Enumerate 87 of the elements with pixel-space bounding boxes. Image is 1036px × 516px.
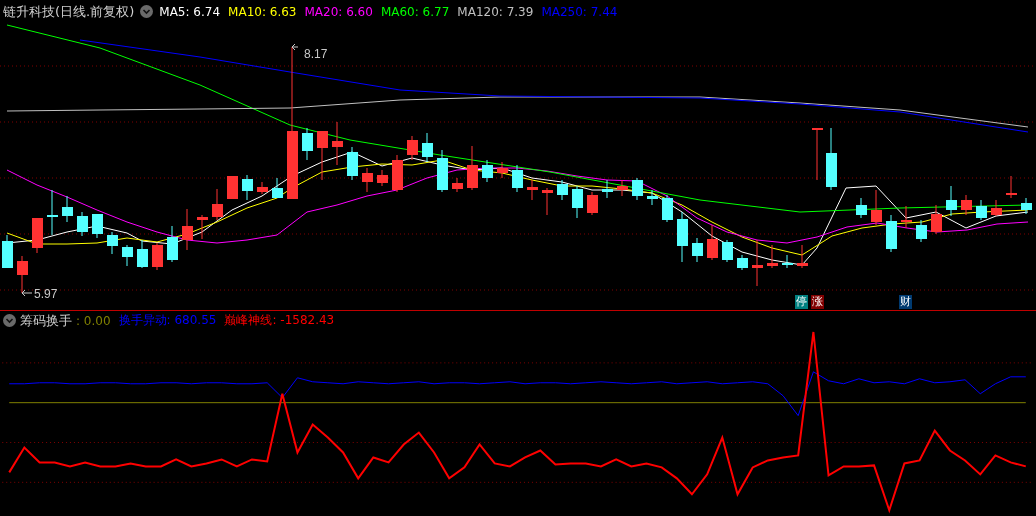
falling-candle [647,189,658,206]
falling-candle [602,179,613,199]
rising-candle [617,179,628,197]
falling-candle [782,254,793,269]
falling-candle [107,231,118,255]
event-marker[interactable]: 涨 [811,294,824,309]
rising-candle [497,161,508,179]
falling-candle [77,211,88,237]
rising-candle [212,188,223,221]
falling-candle [886,214,897,253]
falling-candle [122,244,133,267]
falling-candle [737,254,748,271]
indicator-value: 换手异动: 680.55 [118,312,217,330]
low-price-label: 5.97 [34,286,58,301]
low-arrow-icon [21,289,33,297]
falling-candle [62,195,73,223]
rising-candle [542,187,553,216]
rising-candle [767,244,778,269]
indicator-title: 筹码换手 [20,311,72,330]
falling-candle [482,159,493,183]
falling-candle [856,197,867,219]
falling-candle [662,194,673,223]
falling-candle [946,185,957,217]
falling-candle [137,239,148,269]
falling-candle [272,177,283,199]
ma-value: MA5: 6.74 [159,4,221,19]
rising-candle [1006,175,1017,199]
dropdown-toggle-icon[interactable] [3,314,16,328]
falling-candle [1021,197,1032,215]
falling-candle [677,211,688,263]
ma-value: MA60: 6.77 [380,4,450,19]
rising-candle [257,181,268,195]
rising-candle [752,239,763,287]
rising-candle [392,154,403,193]
event-marker[interactable]: 停 [795,294,808,309]
rising-candle [467,145,478,191]
dropdown-toggle-icon[interactable] [140,5,154,19]
rising-candle [197,214,208,240]
ma-value: MA120: 7.39 [457,4,534,19]
falling-candle [572,185,583,219]
indicator-value: : 0.00 [76,313,111,328]
falling-candle [92,213,103,239]
falling-candle [437,149,448,193]
falling-candle [242,174,253,201]
falling-candle [632,177,643,201]
ma-value: MA20: 6.60 [304,4,373,19]
ma-value: MA10: 6.63 [228,4,297,19]
indicator-value: 巅峰神线: -1582.43 [224,312,335,330]
rising-candle [407,135,418,161]
falling-candle [976,199,987,221]
rising-candle [961,194,972,216]
falling-candle [916,219,927,243]
rising-candle [362,167,373,193]
falling-candle [557,179,568,201]
falling-candle [422,132,433,163]
ma-value: MA250: 7.44 [541,4,618,19]
falling-candle [167,225,178,263]
rising-candle [797,244,808,269]
rising-candle [452,177,463,193]
rising-candle [587,191,598,216]
falling-candle [692,237,703,263]
rising-candle [227,175,238,200]
rising-candle [812,127,823,181]
falling-candle [2,234,13,269]
falling-candle [347,146,358,181]
rising-candle [527,179,538,201]
falling-candle [722,239,733,263]
falling-candle [47,189,58,236]
rising-candle [17,255,28,294]
rising-candle [377,169,388,187]
rising-candle [901,205,912,229]
rising-candle [317,130,328,181]
falling-candle [512,164,523,193]
rising-candle [991,199,1002,217]
rising-candle [182,208,193,251]
rising-candle [707,224,718,261]
rising-candle [152,242,163,271]
rising-candle [32,217,43,254]
rising-candle [332,121,343,166]
event-marker[interactable]: 财 [899,294,912,309]
rising-candle [871,189,882,226]
rising-candle [931,204,942,235]
high-price-label: 8.17 [304,46,328,61]
falling-candle [302,127,313,161]
falling-candle [826,127,837,191]
high-arrow-icon [291,43,299,51]
chart-title: 链升科技(日线.前复权) [3,2,135,21]
